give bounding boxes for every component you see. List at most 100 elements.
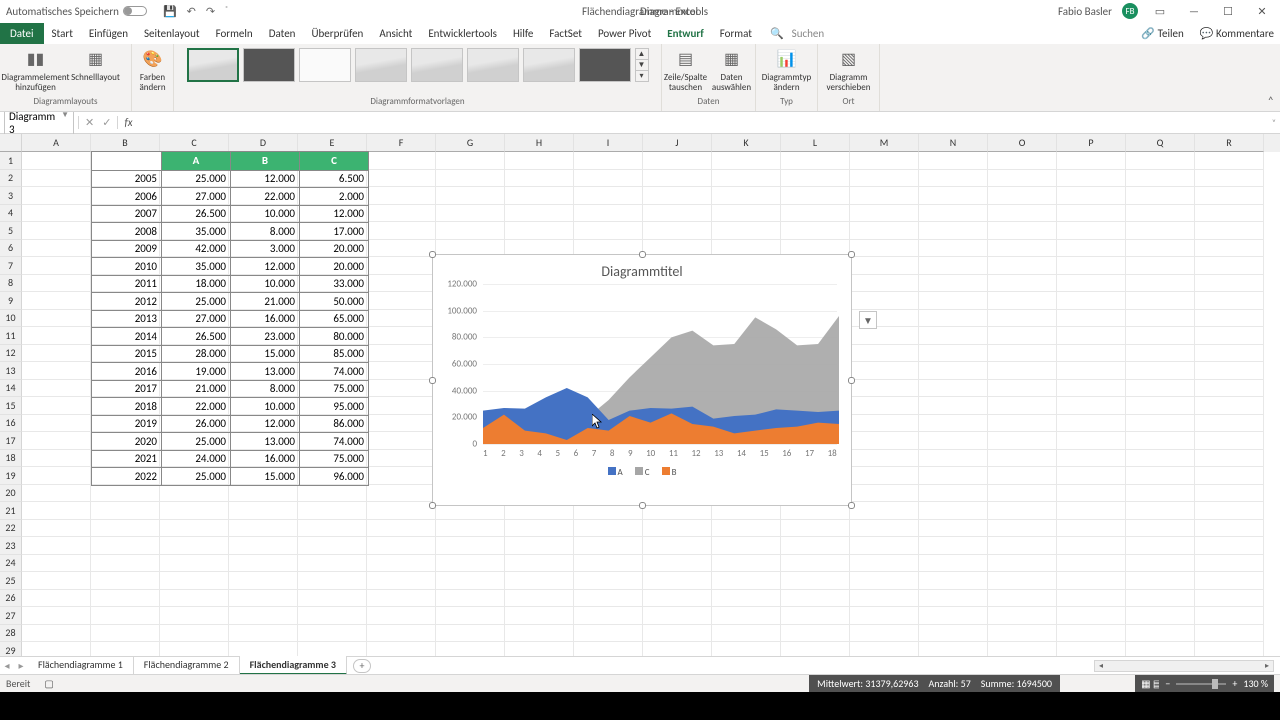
- resize-handle[interactable]: [429, 502, 436, 509]
- row-header[interactable]: 11: [0, 327, 22, 345]
- tab-entwicklertools[interactable]: Entwicklertools: [420, 23, 505, 44]
- chart-style-6[interactable]: [467, 48, 519, 82]
- chart-style-2[interactable]: [243, 48, 295, 82]
- sheet-tab[interactable]: Flächendiagramme 3: [240, 656, 347, 675]
- resize-handle[interactable]: [429, 377, 436, 384]
- row-header[interactable]: 4: [0, 205, 22, 223]
- search-input[interactable]: Suchen: [784, 23, 833, 44]
- ribbon-display-icon[interactable]: ▭: [1148, 5, 1172, 18]
- chart-plot-area[interactable]: 020.00040.00060.00080.000100.000120.000: [483, 284, 837, 444]
- chart-style-3[interactable]: [299, 48, 351, 82]
- resize-handle[interactable]: [429, 251, 436, 258]
- tab-entwurf[interactable]: Entwurf: [659, 23, 711, 46]
- maximize-icon[interactable]: ☐: [1216, 5, 1240, 18]
- col-header[interactable]: G: [436, 134, 505, 152]
- sheet-nav-next[interactable]: ▸: [14, 659, 28, 672]
- undo-icon[interactable]: ↶: [187, 5, 196, 18]
- col-header[interactable]: C: [160, 134, 229, 152]
- tab-ansicht[interactable]: Ansicht: [371, 23, 420, 44]
- save-icon[interactable]: 💾: [163, 5, 177, 18]
- col-header[interactable]: H: [505, 134, 574, 152]
- row-header[interactable]: 28: [0, 625, 22, 643]
- name-box[interactable]: Diagramm 3▼: [4, 108, 74, 138]
- row-header[interactable]: 8: [0, 275, 22, 293]
- row-header[interactable]: 21: [0, 502, 22, 520]
- row-header[interactable]: 27: [0, 607, 22, 625]
- chart-style-1[interactable]: [187, 48, 239, 82]
- comments-button[interactable]: 💬 Kommentare: [1200, 27, 1274, 40]
- row-header[interactable]: 13: [0, 362, 22, 380]
- col-header[interactable]: J: [643, 134, 712, 152]
- row-header[interactable]: 19: [0, 467, 22, 485]
- resize-handle[interactable]: [639, 251, 646, 258]
- row-header[interactable]: 6: [0, 240, 22, 258]
- collapse-ribbon-icon[interactable]: ˄: [1268, 95, 1274, 109]
- col-header[interactable]: B: [91, 134, 160, 152]
- sheet-nav-prev[interactable]: ◂: [0, 659, 14, 672]
- resize-handle[interactable]: [848, 251, 855, 258]
- move-chart-button[interactable]: ▧Diagramm verschieben: [820, 50, 878, 93]
- change-chart-type-button[interactable]: 📊Diagrammtyp ändern: [758, 50, 816, 93]
- chart-filter-button[interactable]: ▼: [859, 311, 877, 329]
- select-data-button[interactable]: ▦Daten auswählen: [710, 50, 754, 93]
- close-icon[interactable]: ✕: [1250, 5, 1274, 18]
- row-header[interactable]: 17: [0, 432, 22, 450]
- tab-einfügen[interactable]: Einfügen: [81, 23, 136, 44]
- user-avatar[interactable]: FB: [1122, 3, 1138, 19]
- resize-handle[interactable]: [848, 377, 855, 384]
- switch-row-col-button[interactable]: ▤Zeile/Spalte tauschen: [664, 50, 708, 93]
- row-header[interactable]: 16: [0, 415, 22, 433]
- sheet-tab[interactable]: Flächendiagramme 1: [28, 656, 134, 675]
- quick-layout-button[interactable]: ▦Schnelllayout: [67, 50, 125, 83]
- col-header[interactable]: F: [367, 134, 436, 152]
- resize-handle[interactable]: [848, 502, 855, 509]
- row-header[interactable]: 26: [0, 590, 22, 608]
- chart-style-5[interactable]: [411, 48, 463, 82]
- row-header[interactable]: 5: [0, 222, 22, 240]
- tab-power pivot[interactable]: Power Pivot: [590, 23, 659, 44]
- row-header[interactable]: 3: [0, 187, 22, 205]
- row-header[interactable]: 24: [0, 555, 22, 573]
- tab-formeln[interactable]: Formeln: [208, 23, 261, 44]
- zoom-level[interactable]: 130 %: [1243, 677, 1268, 690]
- chart-object[interactable]: ▼ Diagrammtitel 020.00040.00060.00080.00…: [432, 254, 852, 506]
- resize-handle[interactable]: [639, 502, 646, 509]
- row-header[interactable]: 25: [0, 572, 22, 590]
- tab-seitenlayout[interactable]: Seitenlayout: [136, 23, 208, 44]
- row-header[interactable]: 7: [0, 257, 22, 275]
- row-header[interactable]: 10: [0, 310, 22, 328]
- spreadsheet-grid[interactable]: 1234567891011121314151617181920212223242…: [0, 134, 1280, 656]
- qat-more-icon[interactable]: ⁼: [225, 5, 228, 18]
- col-header[interactable]: E: [298, 134, 367, 152]
- col-header[interactable]: I: [574, 134, 643, 152]
- col-header[interactable]: A: [22, 134, 91, 152]
- sheet-tab[interactable]: Flächendiagramme 2: [134, 656, 240, 675]
- gallery-more-button[interactable]: ▲▼▾: [635, 48, 649, 82]
- col-header[interactable]: L: [781, 134, 850, 152]
- select-all-corner[interactable]: [0, 134, 22, 152]
- col-header[interactable]: R: [1195, 134, 1264, 152]
- chart-legend[interactable]: ACB: [433, 459, 851, 478]
- chart-style-8[interactable]: [579, 48, 631, 82]
- col-header[interactable]: Q: [1126, 134, 1195, 152]
- chart-style-7[interactable]: [523, 48, 575, 82]
- chart-title[interactable]: Diagrammtitel: [433, 255, 851, 284]
- row-header[interactable]: 22: [0, 520, 22, 538]
- tab-daten[interactable]: Daten: [261, 23, 304, 44]
- minimize-icon[interactable]: —: [1182, 5, 1206, 18]
- tab-hilfe[interactable]: Hilfe: [505, 23, 541, 44]
- tab-format[interactable]: Format: [712, 23, 760, 44]
- row-header[interactable]: 9: [0, 292, 22, 310]
- chart-style-4[interactable]: [355, 48, 407, 82]
- enter-fx-icon[interactable]: ✓: [102, 116, 111, 129]
- legend-item[interactable]: A: [608, 467, 623, 478]
- expand-fx-icon[interactable]: ˅: [1272, 118, 1280, 128]
- zoom-slider[interactable]: [1176, 683, 1226, 685]
- row-header[interactable]: 20: [0, 485, 22, 503]
- add-sheet-button[interactable]: +: [353, 659, 371, 673]
- legend-item[interactable]: B: [662, 467, 677, 478]
- row-header[interactable]: 14: [0, 380, 22, 398]
- legend-item[interactable]: C: [635, 467, 650, 478]
- col-header[interactable]: M: [850, 134, 919, 152]
- col-header[interactable]: N: [919, 134, 988, 152]
